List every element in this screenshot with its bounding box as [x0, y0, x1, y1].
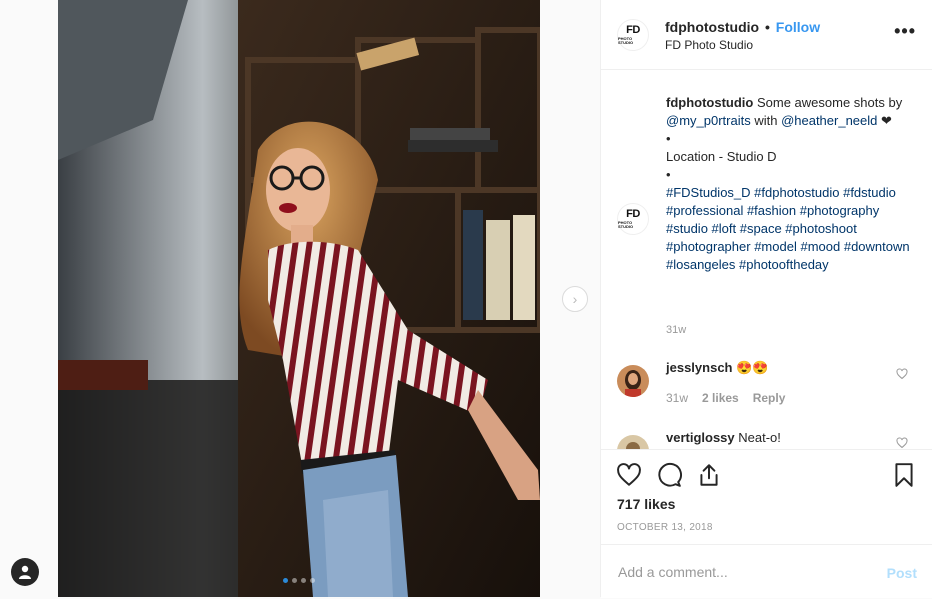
like-comment-heart-icon[interactable]	[896, 437, 908, 449]
carousel-dot	[283, 578, 288, 583]
post-comment-button[interactable]: Post	[887, 565, 917, 581]
hashtag-link[interactable]: #model	[754, 239, 797, 254]
hashtag-link[interactable]: #studio	[666, 221, 708, 236]
hashtag-link[interactable]: #photoshoot	[785, 221, 857, 236]
caption-bullet: •	[666, 131, 671, 146]
post-photo[interactable]	[58, 0, 540, 597]
hashtag-link[interactable]: #fdstudio	[843, 185, 896, 200]
next-image-button[interactable]: ›	[562, 286, 588, 312]
logo-text: FD	[626, 208, 640, 220]
post-details-panel: FD PHOTO STUDIO fdphotostudio • Follow F…	[600, 0, 932, 598]
photo-image	[58, 0, 540, 597]
comment-input[interactable]	[616, 563, 880, 581]
avatar-image	[617, 435, 649, 449]
carousel-dot	[310, 578, 315, 583]
hashtag-link[interactable]: #photooftheday	[739, 257, 829, 272]
post-header: FD PHOTO STUDIO fdphotostudio • Follow F…	[601, 0, 932, 70]
comment-text: vertiglossy Neat-o!	[666, 430, 781, 445]
caption-text-2: with	[750, 113, 782, 128]
caption-text-1: Some awesome shots by	[753, 95, 903, 110]
hashtag-link[interactable]: #mood	[800, 239, 840, 254]
post-actions: 717 likes OCTOBER 13, 2018 Post	[601, 449, 932, 598]
action-icons	[616, 462, 917, 488]
commenter-avatar[interactable]	[617, 365, 649, 397]
comment-body: 😍😍	[732, 360, 769, 375]
caption-bullet: •	[666, 167, 671, 182]
comments-section[interactable]: FD PHOTO STUDIO fdphotostudio Some aweso…	[601, 71, 932, 449]
hashtag-link[interactable]: #professional	[666, 203, 743, 218]
hashtag-link[interactable]: #losangeles	[666, 257, 735, 272]
comment-username[interactable]: jesslynsch	[666, 360, 733, 375]
header-subtitle[interactable]: FD Photo Studio	[665, 38, 753, 52]
header-user-line: fdphotostudio • Follow	[665, 19, 820, 35]
like-comment-heart-icon[interactable]	[896, 368, 908, 380]
carousel-dot	[292, 578, 297, 583]
logo-subtext: PHOTO STUDIO	[618, 36, 634, 45]
carousel-dot	[301, 578, 306, 583]
user-icon	[19, 565, 31, 579]
carousel-indicator	[58, 578, 540, 583]
comment-body: Neat-o!	[734, 430, 781, 445]
comment-time[interactable]: 31w	[666, 391, 688, 405]
follow-button[interactable]: Follow	[776, 19, 820, 35]
hashtag-link[interactable]: #fdphotostudio	[754, 185, 839, 200]
like-heart-icon[interactable]	[616, 462, 642, 488]
caption-text-3: ❤	[877, 113, 892, 128]
hashtag-link[interactable]: #FDStudios_D	[666, 185, 751, 200]
mention-link[interactable]: @heather_neeld	[781, 113, 877, 128]
caption-username[interactable]: fdphotostudio	[666, 95, 753, 110]
comment-username[interactable]: vertiglossy	[666, 430, 735, 445]
caption-avatar[interactable]: FD PHOTO STUDIO	[617, 203, 649, 235]
bookmark-icon[interactable]	[891, 462, 917, 488]
reply-button[interactable]: Reply	[753, 391, 786, 405]
hashtag-link[interactable]: #downtown	[844, 239, 910, 254]
like-count[interactable]: 717 likes	[617, 496, 675, 512]
hashtag-link[interactable]: #photography	[800, 203, 880, 218]
comment-likes[interactable]: 2 likes	[702, 391, 739, 405]
post-date[interactable]: OCTOBER 13, 2018	[617, 522, 713, 533]
more-options-icon[interactable]: •••	[894, 22, 916, 40]
mention-link[interactable]: @my_p0rtraits	[666, 113, 751, 128]
profile-avatar[interactable]: FD PHOTO STUDIO	[617, 19, 649, 51]
hashtag-link[interactable]: #fashion	[747, 203, 796, 218]
chevron-right-icon: ›	[572, 291, 578, 307]
hashtag-list: #FDStudios_D #fdphotostudio #fdstudio #p…	[666, 185, 910, 272]
logo-text: FD	[626, 24, 640, 36]
commenter-avatar[interactable]	[617, 435, 649, 449]
hashtag-link[interactable]: #space	[740, 221, 782, 236]
profile-icon[interactable]	[11, 558, 39, 586]
header-username[interactable]: fdphotostudio	[665, 19, 759, 35]
share-icon[interactable]	[696, 462, 722, 488]
hashtag-link[interactable]: #photographer	[666, 239, 751, 254]
logo-subtext: PHOTO STUDIO	[618, 220, 634, 229]
comment-meta: 31w 2 likes Reply	[666, 391, 785, 405]
avatar-image	[617, 365, 649, 397]
caption: fdphotostudio Some awesome shots by @my_…	[666, 94, 916, 274]
caption-location: Location - Studio D	[666, 149, 777, 164]
add-comment-bar: Post	[601, 544, 932, 599]
caption-timestamp[interactable]: 31w	[666, 324, 686, 336]
comment-bubble-icon[interactable]	[656, 462, 682, 488]
comment-text: jesslynsch 😍😍	[666, 360, 769, 376]
hashtag-link[interactable]: #loft	[712, 221, 737, 236]
separator-dot: •	[764, 19, 770, 35]
